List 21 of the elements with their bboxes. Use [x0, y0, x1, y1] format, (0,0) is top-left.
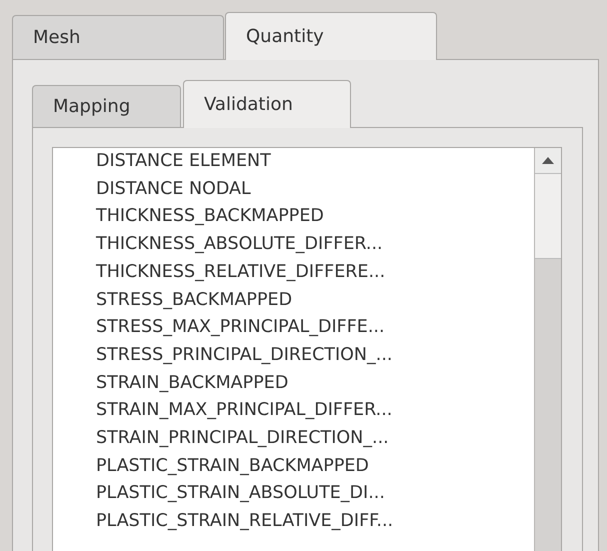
up-arrow-icon — [542, 157, 554, 164]
list-item[interactable]: THICKNESS_ABSOLUTE_DIFFER... — [96, 231, 534, 259]
list-item[interactable]: STRESS_MAX_PRINCIPAL_DIFFE... — [96, 314, 534, 342]
scroll-up-button[interactable] — [535, 148, 561, 174]
list-item[interactable]: STRAIN_BACKMAPPED — [96, 370, 534, 398]
scrollbar-thumb[interactable] — [535, 174, 561, 259]
list-item[interactable]: PLASTIC_STRAIN_ABSOLUTE_DI... — [96, 480, 534, 508]
tab[interactable]: Validation — [183, 80, 351, 128]
list-item[interactable]: PLASTIC_STRAIN_RELATIVE_DIFF... — [96, 508, 534, 536]
list-item[interactable]: PLASTIC_STRAIN_BACKMAPPED — [96, 452, 534, 480]
list-item[interactable]: STRAIN_MAX_PRINCIPAL_DIFFER... — [96, 397, 534, 426]
tab[interactable]: Mesh — [12, 15, 224, 59]
list-item[interactable]: DISTANCE ELEMENT — [96, 148, 534, 176]
list-item[interactable]: STRESS_PRINCIPAL_DIRECTION_... — [96, 342, 534, 370]
tab[interactable]: Quantity — [225, 12, 437, 60]
list-item[interactable]: STRESS_BACKMAPPED — [96, 286, 534, 314]
tab[interactable]: Mapping — [32, 85, 181, 127]
list-item[interactable]: DISTANCE NODAL — [96, 176, 534, 204]
list-item[interactable]: THICKNESS_RELATIVE_DIFFERE... — [96, 258, 534, 287]
list-item[interactable]: STRAIN_PRINCIPAL_DIRECTION_... — [96, 425, 534, 453]
list-item[interactable]: THICKNESS_BACKMAPPED — [96, 203, 534, 232]
